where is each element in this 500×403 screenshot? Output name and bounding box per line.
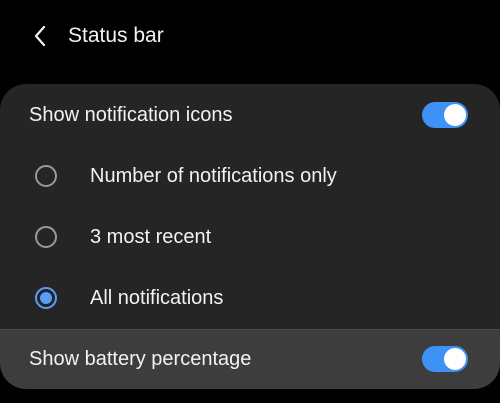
option-label: 3 most recent: [90, 226, 212, 248]
radio-button[interactable]: [35, 226, 57, 248]
settings-card: Show notification icons Number of notifi…: [0, 84, 500, 329]
chevron-left-icon: [34, 25, 46, 47]
back-button[interactable]: [22, 18, 58, 54]
option-label: All notifications: [90, 287, 224, 309]
show-battery-percentage-toggle[interactable]: [422, 346, 468, 372]
toggle-knob: [444, 348, 466, 370]
option-label: Number of notifications only: [90, 165, 337, 187]
show-notification-icons-row[interactable]: Show notification icons: [0, 84, 500, 146]
option-number-only[interactable]: Number of notifications only: [0, 146, 500, 207]
app-bar: Status bar: [0, 0, 500, 72]
show-notification-icons-toggle[interactable]: [422, 102, 468, 128]
radio-button-selected[interactable]: [35, 287, 57, 309]
radio-button[interactable]: [35, 165, 57, 187]
show-notification-icons-label: Show notification icons: [29, 103, 233, 126]
toggle-knob: [444, 104, 466, 126]
show-battery-percentage-label: Show battery percentage: [29, 347, 252, 370]
option-all-notifications[interactable]: All notifications: [0, 268, 500, 329]
radio-dot: [40, 292, 52, 304]
page-title: Status bar: [68, 24, 164, 47]
show-battery-percentage-row[interactable]: Show battery percentage: [0, 329, 500, 389]
option-3-most-recent[interactable]: 3 most recent: [0, 207, 500, 268]
battery-row-content: Show battery percentage: [0, 330, 500, 388]
